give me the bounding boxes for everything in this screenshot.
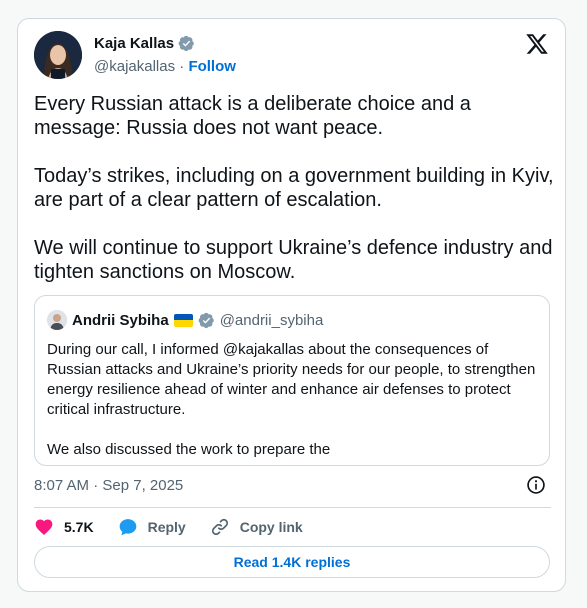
like-count: 5.7K: [64, 519, 94, 535]
copy-link-button[interactable]: Copy link: [210, 517, 303, 537]
info-icon[interactable]: [526, 475, 546, 495]
quoted-author-name: Andrii Sybiha: [72, 311, 169, 329]
copy-link-label: Copy link: [239, 519, 303, 535]
author-handle-row: @kajakallas · Follow: [94, 58, 236, 75]
action-bar: 5.7K Reply Copy link: [34, 515, 327, 539]
heart-icon: [35, 519, 53, 535]
divider: [34, 507, 551, 508]
quoted-author-handle: @andrii_sybiha: [219, 311, 324, 329]
reply-label: Reply: [147, 519, 186, 535]
quoted-author-avatar: [47, 310, 67, 330]
author-avatar-image: [34, 31, 82, 79]
verified-badge-icon: [178, 35, 194, 52]
author-handle[interactable]: @kajakallas: [94, 58, 175, 75]
read-replies-button[interactable]: Read 1.4K replies: [34, 546, 550, 578]
embedded-tweet-card: Kaja Kallas @kajakallas · Follow Every R…: [17, 18, 566, 592]
handle-separator: ·: [175, 58, 189, 75]
follow-link[interactable]: Follow: [188, 58, 236, 75]
reply-button[interactable]: Reply: [118, 517, 186, 537]
link-icon: [211, 518, 228, 536]
quoted-tweet-header: Andrii Sybiha @andrii_sybiha: [47, 310, 323, 330]
author-avatar[interactable]: [34, 31, 82, 79]
author-name[interactable]: Kaja Kallas: [94, 35, 174, 52]
quoted-tweet[interactable]: Andrii Sybiha @andrii_sybiha During our …: [34, 295, 550, 466]
quoted-tweet-text: During our call, I informed @kajakallas …: [47, 341, 536, 458]
x-logo-icon[interactable]: [525, 32, 549, 56]
quoted-verified-badge-icon: [198, 312, 214, 328]
author-name-row: Kaja Kallas: [94, 35, 195, 52]
quoted-author-avatar-image: [47, 310, 67, 330]
like-button[interactable]: 5.7K: [34, 517, 94, 537]
speech-bubble-icon: [119, 519, 136, 536]
tweet-timestamp[interactable]: 8:07 AM · Sep 7, 2025: [34, 477, 183, 494]
tweet-text: Every Russian attack is a deliberate cho…: [34, 93, 554, 283]
ukraine-flag-icon: [173, 313, 193, 327]
